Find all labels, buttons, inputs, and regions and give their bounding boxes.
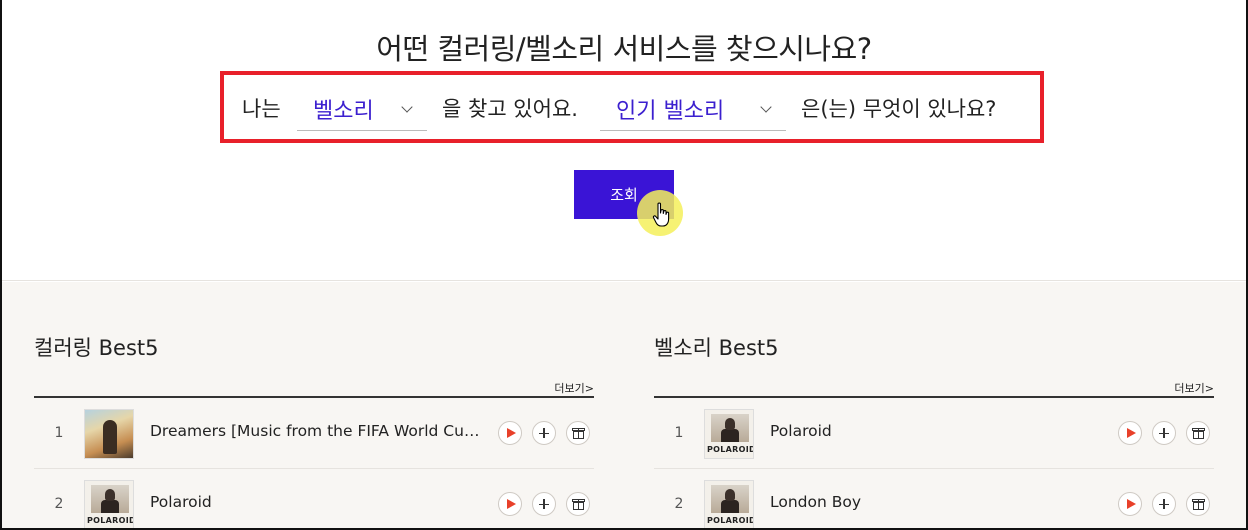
add-icon xyxy=(1163,499,1165,509)
play-icon xyxy=(507,428,516,438)
divider xyxy=(654,396,1214,398)
song-title[interactable]: Dreamers [Music from the FIFA World Cup … xyxy=(150,422,482,440)
gift-button[interactable] xyxy=(1186,421,1210,445)
finder-section: 어떤 컬러링/벨소리 서비스를 찾으시나요? 나는 벨소리 을 찾고 있어요. … xyxy=(0,0,1248,281)
add-icon xyxy=(1163,428,1165,438)
list-item[interactable]: 2 POLAROID London Boy xyxy=(654,470,1214,530)
gift-icon xyxy=(1197,428,1200,439)
add-button[interactable] xyxy=(1152,492,1176,516)
rank-number: 2 xyxy=(54,496,64,512)
album-art xyxy=(84,409,134,459)
rankings-section: 컬러링 Best5 더보기> 1 Dreamers [Music from th… xyxy=(0,282,1248,530)
type-select-value: 벨소리 xyxy=(313,99,374,124)
gift-icon xyxy=(577,428,580,439)
category-select[interactable]: 인기 벨소리 xyxy=(600,87,786,131)
album-art-logo: POLAROID xyxy=(87,516,134,525)
song-title[interactable]: Polaroid xyxy=(150,493,482,511)
coloring-title: 컬러링 Best5 xyxy=(34,336,159,360)
sentence-prefix: 나는 xyxy=(242,97,281,121)
divider xyxy=(34,396,594,398)
add-icon xyxy=(543,428,545,438)
finder-question: 어떤 컬러링/벨소리 서비스를 찾으시나요? xyxy=(376,32,872,66)
album-art: POLAROID xyxy=(704,480,754,530)
play-icon xyxy=(1127,499,1136,509)
add-button[interactable] xyxy=(532,492,556,516)
album-art-logo: POLAROID xyxy=(707,516,754,525)
category-select-value: 인기 벨소리 xyxy=(616,99,725,124)
play-button[interactable] xyxy=(1118,492,1142,516)
type-select[interactable]: 벨소리 xyxy=(297,87,427,131)
add-button[interactable] xyxy=(1152,421,1176,445)
sentence-middle: 을 찾고 있어요. xyxy=(442,97,578,121)
gift-button[interactable] xyxy=(566,421,590,445)
gift-button[interactable] xyxy=(1186,492,1210,516)
rank-number: 1 xyxy=(54,425,64,441)
sentence-suffix: 은(는) 무엇이 있나요? xyxy=(801,97,997,121)
gift-icon xyxy=(577,499,580,510)
song-title[interactable]: Polaroid xyxy=(770,422,1102,440)
chevron-down-icon xyxy=(760,101,772,113)
hand-cursor-icon xyxy=(652,202,670,227)
gift-button[interactable] xyxy=(566,492,590,516)
album-art: POLAROID xyxy=(84,480,134,530)
coloring-best5: 컬러링 Best5 더보기> 1 Dreamers [Music from th… xyxy=(34,282,594,530)
rank-number: 1 xyxy=(674,425,684,441)
selector-highlight-box: 나는 벨소리 을 찾고 있어요. 인기 벨소리 은(는) 무엇이 있나요? xyxy=(220,71,1044,143)
gift-icon xyxy=(1197,499,1200,510)
play-button[interactable] xyxy=(1118,421,1142,445)
play-button[interactable] xyxy=(498,421,522,445)
list-item[interactable]: 2 POLAROID Polaroid xyxy=(34,470,594,530)
add-icon xyxy=(543,499,545,509)
play-icon xyxy=(507,499,516,509)
song-title[interactable]: London Boy xyxy=(770,493,1102,511)
album-art-logo: POLAROID xyxy=(707,445,754,454)
chevron-down-icon xyxy=(401,101,413,113)
rank-number: 2 xyxy=(674,496,684,512)
bell-title: 벨소리 Best5 xyxy=(654,336,779,360)
coloring-more-link[interactable]: 더보기> xyxy=(554,380,594,396)
bell-more-link[interactable]: 더보기> xyxy=(1174,380,1214,396)
list-item[interactable]: 1 Dreamers [Music from the FIFA World Cu… xyxy=(34,399,594,469)
play-button[interactable] xyxy=(498,492,522,516)
bell-best5: 벨소리 Best5 더보기> 1 POLAROID Polaroid 2 POL… xyxy=(654,282,1214,530)
add-button[interactable] xyxy=(532,421,556,445)
play-icon xyxy=(1127,428,1136,438)
album-art: POLAROID xyxy=(704,409,754,459)
list-item[interactable]: 1 POLAROID Polaroid xyxy=(654,399,1214,469)
